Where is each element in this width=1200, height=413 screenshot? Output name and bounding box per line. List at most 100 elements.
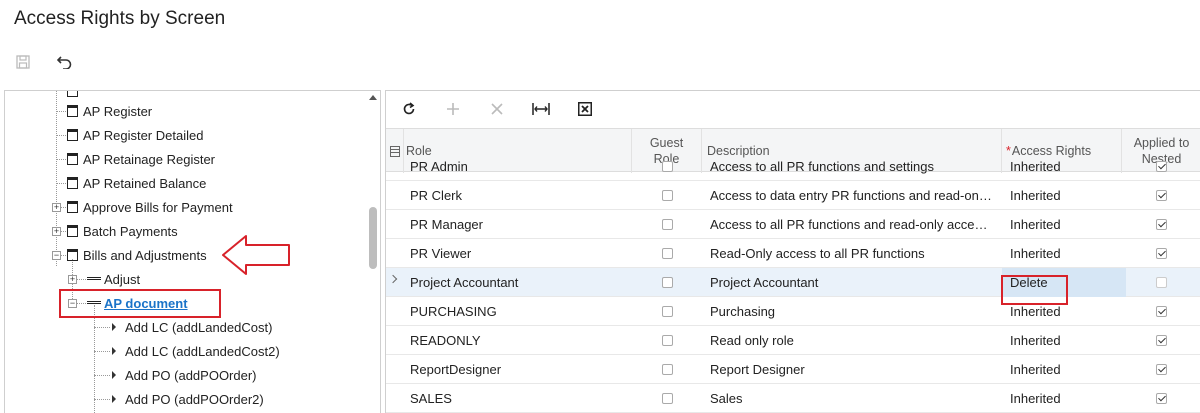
access-rights-cell[interactable]: Inherited: [1010, 152, 1120, 181]
applied-to-nested-cell[interactable]: [1122, 239, 1200, 268]
access-rights-cell[interactable]: Delete: [1010, 268, 1120, 297]
table-row[interactable]: PR Clerk Access to data entry PR function…: [386, 181, 1200, 210]
tree-node-ap-register[interactable]: AP Register: [67, 99, 152, 123]
applied-to-nested-cell[interactable]: [1122, 297, 1200, 326]
description-cell[interactable]: Report Designer: [710, 355, 998, 384]
guest-role-checkbox[interactable]: [661, 364, 673, 375]
table-row[interactable]: PR Manager Access to all PR functions and…: [386, 210, 1200, 239]
access-rights-cell[interactable]: Inherited: [1010, 239, 1120, 268]
tree-node-approve-bills-for-payment[interactable]: Approve Bills for Payment: [67, 195, 233, 219]
role-cell[interactable]: READONLY: [410, 326, 632, 355]
description-cell[interactable]: Read-Only access to all PR functions: [710, 239, 998, 268]
role-cell[interactable]: PR Viewer: [410, 239, 632, 268]
applied-to-nested-cell[interactable]: [1122, 384, 1200, 413]
guest-role-checkbox[interactable]: [661, 190, 673, 201]
guest-role-cell[interactable]: [632, 384, 702, 413]
table-row[interactable]: ReportDesigner Report Designer Inherited: [386, 355, 1200, 384]
guest-role-cell[interactable]: [632, 355, 702, 384]
refresh-icon[interactable]: [400, 100, 418, 118]
guest-role-checkbox[interactable]: [661, 161, 673, 172]
delete-icon[interactable]: [488, 100, 506, 118]
guest-role-cell[interactable]: [632, 181, 702, 210]
expand-icon[interactable]: +: [52, 227, 61, 236]
tree-node-ap-retainage-register[interactable]: AP Retainage Register: [67, 147, 215, 171]
applied-to-nested-cell[interactable]: [1122, 152, 1200, 181]
excel-export-icon[interactable]: [576, 100, 594, 118]
guest-role-cell[interactable]: [632, 268, 702, 297]
container-icon: [87, 277, 101, 281]
access-rights-cell[interactable]: Inherited: [1010, 326, 1120, 355]
access-rights-cell[interactable]: Inherited: [1010, 355, 1120, 384]
scroll-up-icon[interactable]: [369, 95, 377, 100]
role-cell[interactable]: PR Clerk: [410, 181, 632, 210]
applied-to-nested-checkbox[interactable]: [1156, 190, 1167, 201]
fit-columns-icon[interactable]: [532, 100, 550, 118]
description-cell[interactable]: Access to all PR functions and read-only…: [710, 210, 998, 239]
guest-role-cell[interactable]: [632, 152, 702, 181]
tree-node-ap-retained-balance[interactable]: AP Retained Balance: [67, 171, 206, 195]
guest-role-cell[interactable]: [632, 326, 702, 355]
tree-node-add-po-addpoorder2[interactable]: Add PO (addPOOrder2): [112, 387, 264, 411]
description-cell[interactable]: Access to all PR functions and settings: [710, 152, 998, 181]
access-rights-cell[interactable]: Inherited: [1010, 181, 1120, 210]
role-cell[interactable]: PURCHASING: [410, 297, 632, 326]
expand-icon[interactable]: +: [68, 275, 77, 284]
tree-node-add-po-addpoorder[interactable]: Add PO (addPOOrder): [112, 363, 257, 387]
applied-to-nested-checkbox[interactable]: [1156, 277, 1167, 288]
role-cell[interactable]: PR Admin: [410, 152, 632, 181]
guest-role-cell[interactable]: [632, 297, 702, 326]
access-rights-cell[interactable]: Inherited: [1010, 297, 1120, 326]
applied-to-nested-cell[interactable]: [1122, 326, 1200, 355]
screen-icon: [67, 129, 78, 141]
role-cell[interactable]: Project Accountant: [410, 268, 632, 297]
tree-node-batch-payments[interactable]: Batch Payments: [67, 219, 178, 243]
tree-node-bills-and-adjustments[interactable]: Bills and Adjustments: [67, 243, 207, 267]
access-rights-cell[interactable]: Inherited: [1010, 210, 1120, 239]
applied-to-nested-cell[interactable]: [1122, 210, 1200, 239]
add-icon[interactable]: [444, 100, 462, 118]
applied-to-nested-cell[interactable]: [1122, 355, 1200, 384]
collapse-icon[interactable]: −: [52, 251, 61, 260]
applied-to-nested-checkbox[interactable]: [1156, 161, 1167, 172]
guest-role-checkbox[interactable]: [661, 393, 673, 404]
guest-role-checkbox[interactable]: [661, 219, 673, 230]
description-cell[interactable]: Project Accountant: [710, 268, 998, 297]
applied-to-nested-checkbox[interactable]: [1156, 364, 1167, 375]
guest-role-checkbox[interactable]: [661, 277, 673, 288]
description-cell[interactable]: Sales: [710, 384, 998, 413]
table-row[interactable]: READONLY Read only role Inherited: [386, 326, 1200, 355]
undo-icon[interactable]: [56, 53, 74, 71]
tree-scrollbar[interactable]: [366, 91, 380, 413]
role-cell[interactable]: SALES: [410, 384, 632, 413]
applied-to-nested-checkbox[interactable]: [1156, 306, 1167, 317]
access-rights-cell[interactable]: Inherited: [1010, 384, 1120, 413]
table-row[interactable]: PR Viewer Read-Only access to all PR func…: [386, 239, 1200, 268]
table-row[interactable]: PURCHASING Purchasing Inherited: [386, 297, 1200, 326]
description-cell[interactable]: Read only role: [710, 326, 998, 355]
applied-to-nested-checkbox[interactable]: [1156, 393, 1167, 404]
description-cell[interactable]: Access to data entry PR functions and re…: [710, 181, 998, 210]
save-icon[interactable]: [14, 53, 32, 71]
role-cell[interactable]: PR Manager: [410, 210, 632, 239]
table-row[interactable]: SALES Sales Inherited: [386, 384, 1200, 413]
table-row[interactable]: Project Accountant Project Accountant Dele…: [386, 268, 1200, 297]
applied-to-nested-cell[interactable]: [1122, 268, 1200, 297]
guest-role-cell[interactable]: [632, 239, 702, 268]
scroll-thumb[interactable]: [369, 207, 377, 269]
guest-role-checkbox[interactable]: [661, 248, 673, 259]
tree-node-add-lc-addlandedcost2[interactable]: Add LC (addLandedCost2): [112, 339, 280, 363]
expand-icon[interactable]: +: [52, 203, 61, 212]
tree-node-adjust[interactable]: Adjust: [87, 267, 140, 291]
applied-to-nested-checkbox[interactable]: [1156, 219, 1167, 230]
guest-role-checkbox[interactable]: [661, 306, 673, 317]
tree-node-add-lc-addlandedcost[interactable]: Add LC (addLandedCost): [112, 315, 272, 339]
applied-to-nested-checkbox[interactable]: [1156, 248, 1167, 259]
applied-to-nested-cell[interactable]: [1122, 181, 1200, 210]
tree-node-ap-register-detailed[interactable]: AP Register Detailed: [67, 123, 203, 147]
description-cell[interactable]: Purchasing: [710, 297, 998, 326]
role-cell[interactable]: ReportDesigner: [410, 355, 632, 384]
table-row[interactable]: PR Admin Access to all PR functions and s…: [386, 152, 1200, 181]
guest-role-checkbox[interactable]: [661, 335, 673, 346]
guest-role-cell[interactable]: [632, 210, 702, 239]
applied-to-nested-checkbox[interactable]: [1156, 335, 1167, 346]
